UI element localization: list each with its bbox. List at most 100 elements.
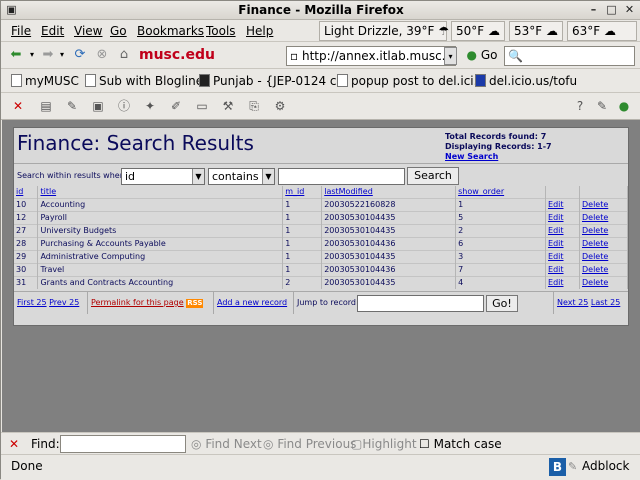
edit-cell: Edit bbox=[545, 224, 580, 238]
information-icon[interactable]: ⓘ bbox=[115, 98, 133, 115]
resize-icon[interactable]: ▭ bbox=[193, 98, 211, 115]
forms-icon[interactable]: ✎ bbox=[63, 98, 81, 115]
css-icon[interactable]: ▤ bbox=[37, 98, 55, 115]
go-button[interactable]: ● Go bbox=[462, 46, 502, 64]
tools-icon[interactable]: ⚒ bbox=[219, 98, 237, 115]
maximize-icon[interactable]: □ bbox=[604, 3, 619, 18]
back-icon[interactable]: ⬅ bbox=[7, 46, 25, 64]
search-term-input[interactable] bbox=[278, 168, 405, 185]
edit-link[interactable]: Edit bbox=[548, 200, 564, 209]
delete-link[interactable]: Delete bbox=[582, 239, 608, 248]
column-header-m-id[interactable]: m_id bbox=[282, 186, 323, 199]
edit-link[interactable]: Edit bbox=[548, 239, 564, 248]
menu-bookmarks[interactable]: Bookmarks bbox=[137, 23, 204, 39]
operator-select[interactable]: contains ▼ bbox=[208, 168, 275, 185]
menu-edit[interactable]: Edit bbox=[41, 23, 64, 39]
cell-last-modified: 20030522160828 bbox=[321, 198, 457, 212]
column-header-show-order[interactable]: show_order bbox=[455, 186, 547, 199]
prev-page-link[interactable]: Prev 25 bbox=[49, 298, 79, 307]
menu-file[interactable]: File bbox=[11, 23, 31, 39]
close-find-icon[interactable]: ✕ bbox=[9, 436, 19, 452]
edit-link[interactable]: Edit bbox=[548, 252, 564, 261]
add-record-link[interactable]: Add a new record bbox=[217, 298, 287, 307]
menu-view[interactable]: View bbox=[74, 23, 102, 39]
bookmark-popup-post[interactable]: popup post to del.ici... bbox=[337, 73, 485, 89]
find-next-button[interactable]: ◎ Find Next bbox=[191, 436, 262, 452]
cell-last-modified: 20030530104435 bbox=[321, 276, 457, 290]
menu-help[interactable]: Help bbox=[246, 23, 273, 39]
forward-dropdown-icon[interactable]: ▾ bbox=[57, 46, 67, 64]
delete-link[interactable]: Delete bbox=[582, 278, 608, 287]
highlight-button[interactable]: ▢Highlight bbox=[351, 436, 417, 452]
tools-wrench-icon[interactable]: ✎ bbox=[593, 98, 611, 115]
delete-link[interactable]: Delete bbox=[582, 200, 608, 209]
url-bar[interactable]: ▫ http://annex.itlab.musc.ed bbox=[286, 46, 456, 66]
images-icon[interactable]: ▣ bbox=[89, 98, 107, 115]
menu-go[interactable]: Go bbox=[110, 23, 127, 39]
disable-icon[interactable]: ✕ bbox=[9, 98, 27, 115]
first-page-link[interactable]: First 25 bbox=[17, 298, 47, 307]
last-page-link[interactable]: Last 25 bbox=[591, 298, 620, 307]
edit-link[interactable]: Edit bbox=[548, 213, 564, 222]
adblock-button[interactable]: Adblock bbox=[582, 459, 629, 473]
match-case-checkbox[interactable]: ☐ Match case bbox=[419, 436, 502, 452]
next-page-link[interactable]: Next 25 bbox=[557, 298, 588, 307]
close-icon[interactable]: ✕ bbox=[622, 3, 637, 18]
weather-day1[interactable]: 50°F ☁ bbox=[451, 21, 505, 41]
edit-link[interactable]: Edit bbox=[548, 278, 564, 287]
weather-day2[interactable]: 53°F ☁ bbox=[509, 21, 563, 41]
bookmark-delicious[interactable]: del.icio.us/tofu bbox=[475, 73, 577, 89]
search-input[interactable]: 🔍 bbox=[504, 46, 635, 66]
weather-current[interactable]: Light Drizzle, 39°F ☂ bbox=[319, 21, 449, 41]
edit-link[interactable]: Edit bbox=[548, 226, 564, 235]
find-next-icon: ◎ bbox=[191, 437, 202, 451]
bookmark-mymusc[interactable]: myMUSC bbox=[11, 73, 79, 89]
bookmark-punjab[interactable]: Punjab - {JEP-0124 c... bbox=[199, 73, 348, 89]
stop-icon[interactable]: ⊗ bbox=[93, 46, 111, 64]
edit-link[interactable]: Edit bbox=[548, 265, 564, 274]
miscellaneous-icon[interactable]: ✦ bbox=[141, 98, 159, 115]
jump-go-button[interactable]: Go! bbox=[486, 295, 518, 312]
help-icon[interactable]: ? bbox=[571, 98, 589, 115]
rss-icon[interactable]: RSS bbox=[186, 299, 204, 308]
reload-icon[interactable]: ⟳ bbox=[71, 46, 89, 64]
minimize-icon[interactable]: – bbox=[586, 3, 601, 18]
edit-icon[interactable]: ✎ bbox=[568, 458, 582, 476]
cell-id: 29 bbox=[14, 250, 39, 264]
delete-link[interactable]: Delete bbox=[582, 226, 608, 235]
back-dropdown-icon[interactable]: ▾ bbox=[27, 46, 37, 64]
column-header-last-modified[interactable]: lastModified bbox=[321, 186, 457, 199]
validate-icon[interactable]: ● bbox=[615, 98, 633, 115]
delete-cell: Delete bbox=[579, 211, 629, 225]
delete-link[interactable]: Delete bbox=[582, 252, 608, 261]
options-icon[interactable]: ⚙ bbox=[271, 98, 289, 115]
cell-last-modified: 20030530104436 bbox=[321, 237, 457, 251]
field-select[interactable]: id ▼ bbox=[121, 168, 205, 185]
title-bar: ▣ Finance - Mozilla Firefox – □ ✕ bbox=[1, 1, 640, 20]
cell-last-modified: 20030530104435 bbox=[321, 211, 457, 225]
weather-day3[interactable]: 63°F ☁ bbox=[567, 21, 637, 41]
new-search-link[interactable]: New Search bbox=[445, 152, 552, 162]
window-menu-icon[interactable]: ▣ bbox=[4, 3, 19, 18]
delete-link[interactable]: Delete bbox=[582, 213, 608, 222]
home-page-label[interactable]: musc.edu bbox=[139, 46, 215, 64]
view-source-icon[interactable]: ⎘ bbox=[245, 98, 263, 115]
forward-icon[interactable]: ➡ bbox=[39, 46, 57, 64]
bookmarks-toolbar: myMUSC Sub with Bloglines Punjab - {JEP-… bbox=[1, 69, 640, 93]
url-history-dropdown[interactable]: ▾ bbox=[444, 47, 457, 65]
menu-tools[interactable]: Tools bbox=[206, 23, 236, 39]
jump-to-record-input[interactable] bbox=[357, 295, 484, 312]
find-previous-button[interactable]: ◎ Find Previous bbox=[263, 436, 356, 452]
home-icon[interactable]: ⌂ bbox=[115, 46, 133, 64]
column-header-id[interactable]: id bbox=[14, 186, 39, 199]
outline-icon[interactable]: ✐ bbox=[167, 98, 185, 115]
results-panel: Finance: Search Results Total Records fo… bbox=[13, 127, 629, 326]
cell-title: University Budgets bbox=[37, 224, 284, 238]
find-input[interactable] bbox=[60, 435, 186, 453]
bloglines-icon[interactable]: B bbox=[549, 458, 566, 476]
delete-link[interactable]: Delete bbox=[582, 265, 608, 274]
search-button[interactable]: Search bbox=[407, 167, 459, 185]
bookmark-bloglines[interactable]: Sub with Bloglines bbox=[85, 73, 209, 89]
column-header-title[interactable]: title bbox=[37, 186, 284, 199]
permalink-link[interactable]: Permalink for this page bbox=[91, 298, 184, 307]
